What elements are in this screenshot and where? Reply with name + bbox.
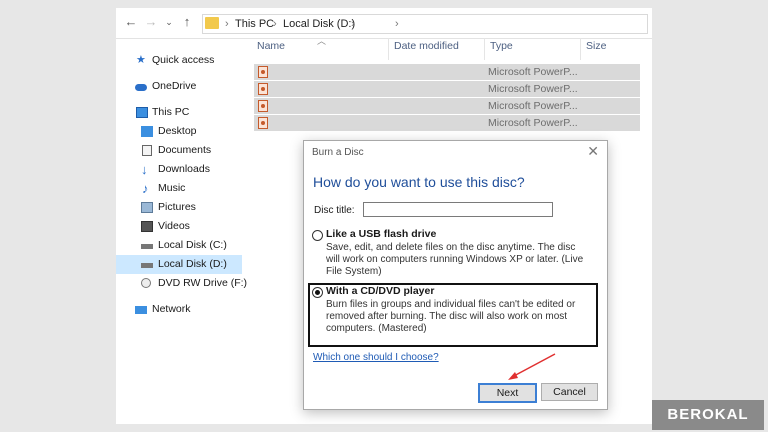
sidebar-item-music[interactable]: ♪ Music (116, 179, 242, 198)
up-arrow-icon[interactable]: ↑ (178, 14, 196, 29)
watermark-text: BEROKAL (667, 406, 749, 423)
address-path[interactable]: › This PC › Local Disk (D:) › › (202, 14, 648, 34)
address-bar: ← → ⌄ ↑ › This PC › Local Disk (D:) › › (116, 8, 652, 39)
column-header-name[interactable]: Name (257, 40, 285, 52)
powerpoint-file-icon (258, 83, 268, 95)
next-button[interactable]: Next (478, 383, 537, 403)
column-divider[interactable] (388, 38, 389, 60)
network-icon (135, 306, 147, 314)
desktop-icon (141, 126, 153, 137)
navigation-pane: ★ Quick access OneDrive This PC Desktop … (116, 48, 247, 424)
option-usb-flash-drive[interactable]: Like a USB flash drive Save, edit, and d… (308, 227, 598, 279)
option-title: With a CD/DVD player (326, 285, 435, 297)
column-header-type[interactable]: Type (490, 40, 513, 52)
radio-usb-flash-drive[interactable] (312, 230, 323, 241)
chevron-down-icon[interactable]: ⌄ (160, 17, 178, 28)
folder-icon (205, 17, 219, 29)
sidebar-item-network[interactable]: Network (116, 300, 242, 319)
drive-icon (141, 263, 153, 268)
star-icon: ★ (136, 54, 146, 66)
file-type: Microsoft PowerP... (488, 100, 578, 112)
column-header-date-modified[interactable]: Date modified (394, 40, 459, 52)
dialog-title: Burn a Disc (312, 147, 364, 158)
music-icon: ♪ (142, 181, 149, 196)
help-link[interactable]: Which one should I choose? (313, 352, 439, 363)
pictures-icon (141, 202, 153, 213)
option-description: Save, edit, and delete files on the disc… (326, 242, 584, 277)
close-icon[interactable]: ✕ (587, 143, 599, 160)
watermark-logo: BEROKAL (652, 400, 764, 430)
computer-icon (136, 107, 148, 118)
burn-a-disc-dialog: Burn a Disc ✕ How do you want to use thi… (303, 140, 608, 410)
breadcrumb-local-disk-d[interactable]: Local Disk (D:) (283, 15, 355, 33)
column-header-size[interactable]: Size (586, 40, 606, 52)
breadcrumb-this-pc[interactable]: This PC (235, 15, 274, 33)
breadcrumb-separator[interactable]: › (395, 15, 399, 33)
option-description: Burn files in groups and individual file… (326, 299, 576, 334)
dvd-icon (141, 278, 151, 288)
file-type: Microsoft PowerP... (488, 83, 578, 95)
file-row[interactable]: Microsoft PowerP... (254, 64, 640, 80)
documents-icon (142, 145, 152, 156)
sidebar-item-pictures[interactable]: Pictures (116, 198, 242, 217)
sidebar-item-quick-access[interactable]: ★ Quick access (116, 51, 242, 70)
file-row[interactable]: Microsoft PowerP... (254, 81, 640, 97)
file-row[interactable]: Microsoft PowerP... (254, 115, 640, 131)
sidebar-item-videos[interactable]: Videos (116, 217, 242, 236)
file-type: Microsoft PowerP... (488, 117, 578, 129)
cancel-button[interactable]: Cancel (541, 383, 598, 401)
sort-ascending-icon: ︿ (317, 36, 327, 46)
powerpoint-file-icon (258, 100, 268, 112)
sidebar-item-downloads[interactable]: ↓ Downloads (116, 160, 242, 179)
download-icon: ↓ (141, 162, 148, 177)
sidebar-item-desktop[interactable]: Desktop (116, 122, 242, 141)
disc-title-label: Disc title: (314, 205, 355, 216)
sidebar-item-documents[interactable]: Documents (116, 141, 242, 160)
forward-arrow-icon[interactable]: → (142, 14, 160, 29)
option-title: Like a USB flash drive (326, 228, 437, 240)
powerpoint-file-icon (258, 66, 268, 78)
sidebar-item-onedrive[interactable]: OneDrive (116, 77, 242, 96)
drive-icon (141, 244, 153, 249)
radio-cd-dvd-player[interactable] (312, 287, 323, 298)
dialog-question: How do you want to use this disc? (313, 174, 525, 190)
videos-icon (141, 221, 153, 232)
column-divider[interactable] (580, 38, 581, 60)
breadcrumb-separator: › (351, 18, 355, 30)
breadcrumb-separator: › (273, 18, 277, 30)
file-type: Microsoft PowerP... (488, 66, 578, 78)
back-arrow-icon[interactable]: ← (122, 14, 140, 29)
option-cd-dvd-player[interactable]: With a CD/DVD player Burn files in group… (308, 283, 598, 347)
sidebar-item-dvd-rw-drive[interactable]: DVD RW Drive (F:) (116, 274, 247, 293)
breadcrumb-separator: › (225, 18, 229, 30)
disc-title-input[interactable] (363, 202, 553, 217)
sidebar-item-local-disk-d[interactable]: Local Disk (D:) (116, 255, 242, 274)
file-row[interactable]: Microsoft PowerP... (254, 98, 640, 114)
column-divider[interactable] (484, 38, 485, 60)
cloud-icon (135, 84, 147, 91)
powerpoint-file-icon (258, 117, 268, 129)
sidebar-item-this-pc[interactable]: This PC (116, 103, 242, 122)
sidebar-item-local-disk-c[interactable]: Local Disk (C:) (116, 236, 242, 255)
